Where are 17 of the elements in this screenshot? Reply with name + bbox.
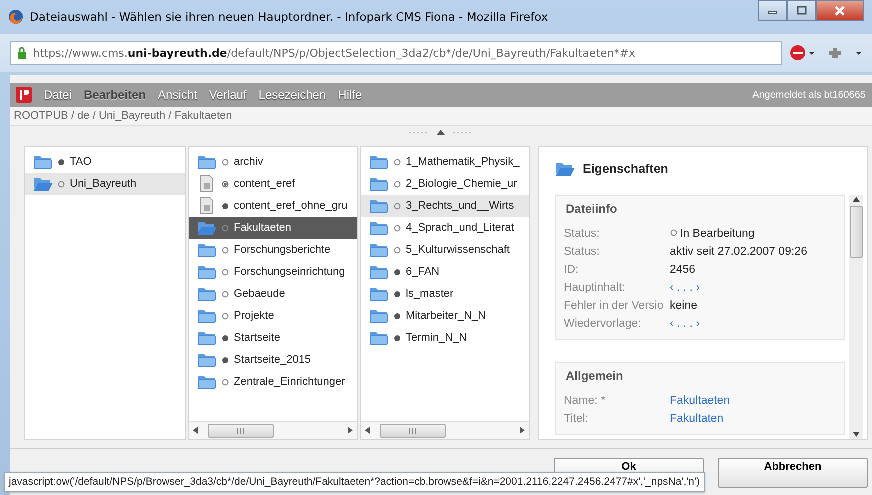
field-value: aktiv seit 27.02.2007 09:26 — [670, 245, 808, 260]
panel-title: Eigenschaften — [583, 162, 668, 176]
field-label: Hauptinhalt: — [564, 281, 626, 296]
field-value: In Bearbeitung — [670, 226, 836, 243]
field-label: Name: * — [564, 394, 607, 409]
field-label: Wiedervorlage: — [564, 317, 642, 332]
field-label: ID: — [564, 263, 580, 278]
window-title: Dateiauswahl - Wählen sie ihren neuen Hauptordner. - Infopark CMS Fiona - Mozilla Firefox — [30, 10, 550, 24]
status-tooltip: javascript:ow('/default/NPS/p/Browser_3da3/cb*/de/Uni_Bayreuth/Fakultaeten*?action=cb.browse&f=i&n=2001.2116.2247.2456.2477#x','_npsNa','n') — [4, 472, 705, 492]
field-label: Status: — [564, 245, 601, 260]
login-status: Angemeldet als bt160665 — [752, 90, 866, 100]
field-label: Titel: — [564, 412, 590, 427]
field-value: keine — [670, 299, 698, 314]
field-label: Status: — [564, 227, 601, 242]
field-value: 2456 — [670, 263, 697, 278]
field-label: Fehler in der Versio — [564, 299, 665, 314]
breadcrumb: ROOTPUB / de / Uni_Bayreuth / Fakultaeten — [10, 107, 872, 126]
